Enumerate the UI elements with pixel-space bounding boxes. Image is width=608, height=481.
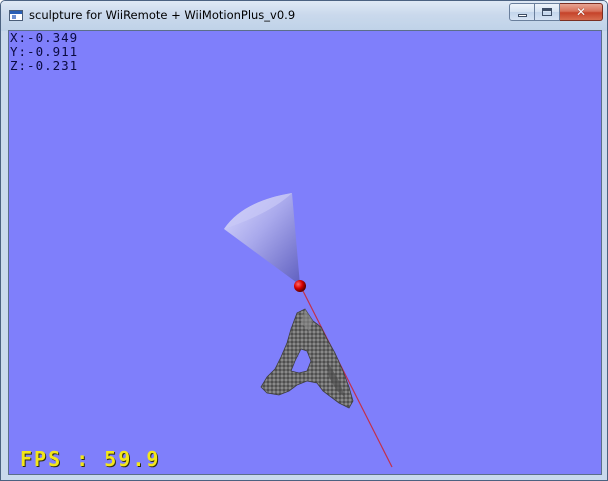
z-readout: Z:-0.231 [10, 58, 79, 73]
y-readout: Y:-0.911 [10, 44, 79, 59]
window-title: sculpture for WiiRemote + WiiMotionPlus_… [29, 8, 296, 22]
coordinate-readout: X:-0.349 Y:-0.911 Z:-0.231 [10, 31, 78, 73]
minimize-icon [518, 14, 527, 17]
minimize-button[interactable] [509, 3, 535, 21]
cone-tool [224, 193, 300, 285]
maximize-icon [542, 8, 552, 16]
pointer-ball [294, 280, 306, 292]
title-bar[interactable]: sculpture for WiiRemote + WiiMotionPlus_… [1, 1, 607, 31]
maximize-button[interactable] [535, 3, 560, 21]
3d-viewport[interactable]: X:-0.349 Y:-0.911 Z:-0.231 FPS : 59.9 [8, 30, 602, 475]
caption-buttons: ✕ [509, 3, 603, 22]
voxel-sculpture [260, 308, 354, 409]
scene-graphics [224, 193, 393, 468]
fps-counter: FPS : 59.9 [20, 447, 161, 471]
close-button[interactable]: ✕ [560, 3, 603, 21]
app-window-icon[interactable] [9, 10, 23, 21]
app-window: sculpture for WiiRemote + WiiMotionPlus_… [0, 0, 608, 481]
close-icon: ✕ [575, 5, 587, 19]
x-readout: X:-0.349 [10, 30, 79, 45]
